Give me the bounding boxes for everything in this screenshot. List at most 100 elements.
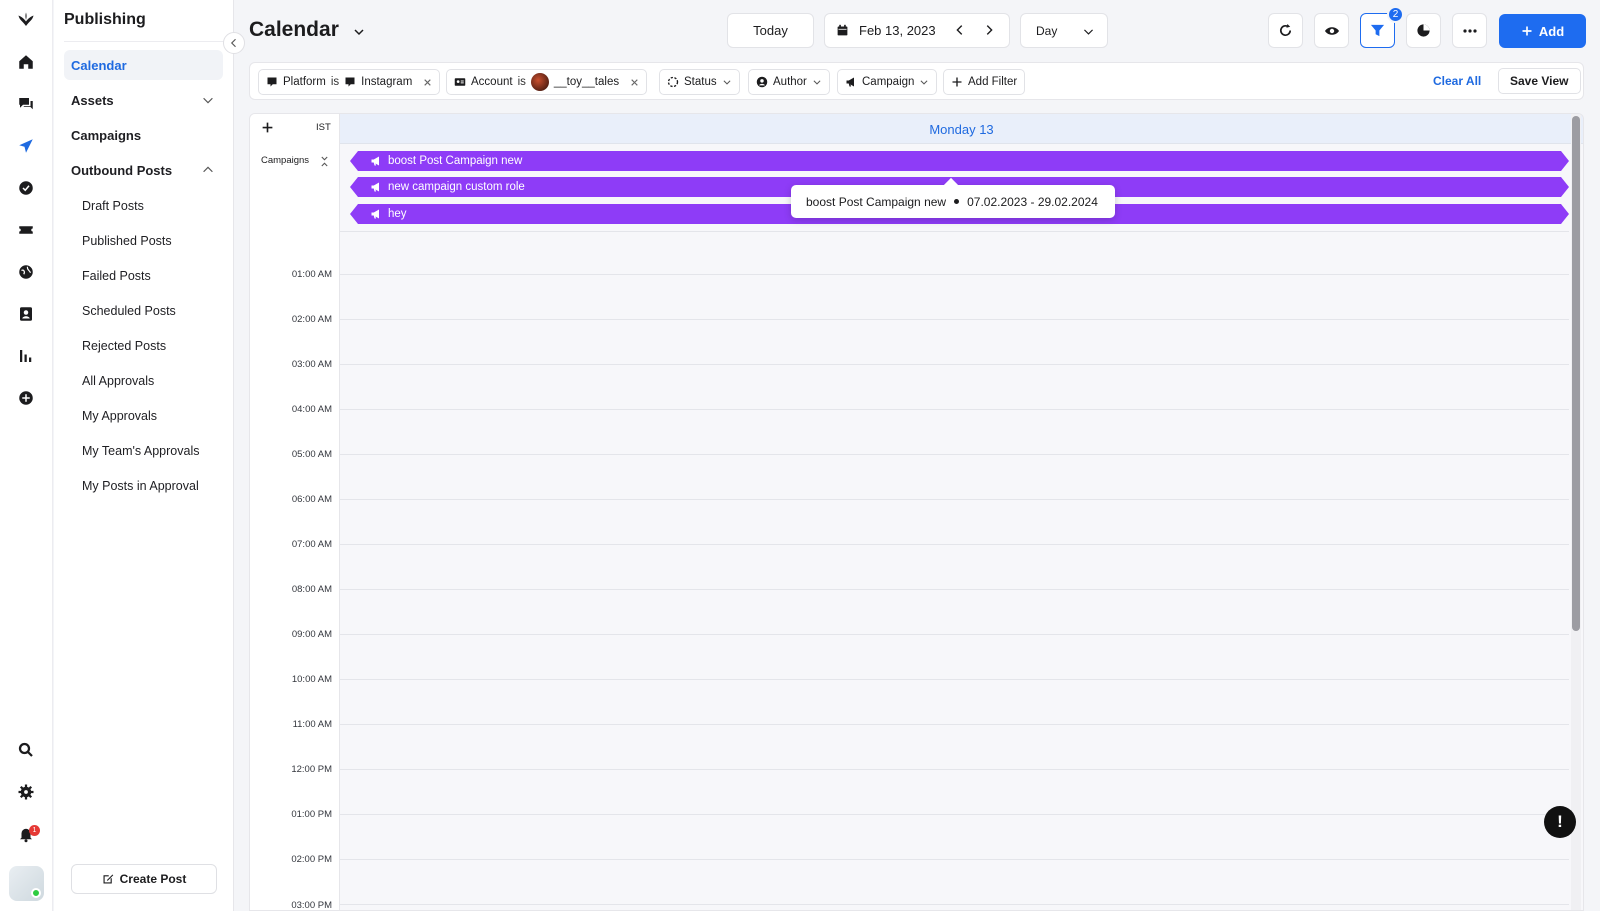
- collapse-expand-icon[interactable]: [320, 156, 329, 167]
- hour-line: [340, 679, 1569, 680]
- sidebar-subitem-rejected-posts[interactable]: Rejected Posts: [82, 339, 166, 353]
- add-filter-button[interactable]: Add Filter: [943, 69, 1026, 95]
- save-view-button[interactable]: Save View: [1498, 68, 1581, 94]
- account-avatar: [530, 73, 549, 91]
- day-header: Monday 13: [340, 114, 1583, 144]
- campaign-bar-label: boost Post Campaign new: [388, 155, 523, 167]
- hour-label: 11:00 AM: [292, 719, 332, 730]
- help-button[interactable]: !: [1544, 806, 1576, 838]
- platform-filter-operator: is: [330, 76, 340, 88]
- chevron-right-icon[interactable]: [982, 23, 996, 37]
- tooltip-date-range: 07.02.2023 - 29.02.2024: [967, 194, 1098, 209]
- campaign-tooltip: boost Post Campaign new 07.02.2023 - 29.…: [791, 185, 1115, 218]
- hour-label: 08:00 AM: [291, 584, 332, 595]
- check-circle-icon[interactable]: [14, 176, 38, 200]
- hour-line: [340, 724, 1569, 725]
- chevron-down-icon[interactable]: [351, 24, 367, 40]
- analytics-button[interactable]: [1406, 13, 1441, 48]
- hour-label: 04:00 AM: [291, 404, 332, 415]
- today-label: Today: [753, 23, 788, 38]
- globe-icon[interactable]: [14, 260, 38, 284]
- sidebar-item-campaigns[interactable]: Campaigns: [64, 120, 223, 150]
- campaign-filter-chip[interactable]: Campaign: [837, 69, 938, 95]
- sidebar-item-assets[interactable]: Assets: [64, 85, 223, 115]
- create-post-button[interactable]: Create Post: [71, 864, 217, 894]
- add-button[interactable]: Add: [1499, 14, 1586, 48]
- home-icon[interactable]: [14, 50, 38, 74]
- send-icon[interactable]: [14, 134, 38, 158]
- plus-circle-icon[interactable]: [14, 386, 38, 410]
- chevron-down-icon: [920, 80, 928, 85]
- chevron-down-icon: [813, 80, 821, 85]
- account-filter-value: __toy__tales: [553, 76, 620, 88]
- clear-all-link[interactable]: Clear All: [1433, 74, 1481, 88]
- megaphone-icon: [370, 208, 382, 220]
- calendar-scrollbar[interactable]: [1571, 114, 1581, 910]
- avatar[interactable]: [9, 866, 44, 901]
- today-button[interactable]: Today: [727, 13, 814, 48]
- sidebar-subitem-scheduled-posts[interactable]: Scheduled Posts: [82, 304, 176, 318]
- sidebar-subitem-published-posts[interactable]: Published Posts: [82, 234, 172, 248]
- hour-label: 02:00 AM: [291, 314, 332, 325]
- app-root: 1 Publishing Calendar Assets Campaigns O…: [0, 0, 1600, 911]
- hour-line: [340, 769, 1569, 770]
- sidebar-subitem-my-posts-in-approval[interactable]: My Posts in Approval: [82, 479, 199, 493]
- author-filter-label: Author: [773, 76, 807, 88]
- scrollbar-thumb[interactable]: [1572, 116, 1580, 631]
- author-filter-chip[interactable]: Author: [748, 69, 830, 95]
- refresh-button[interactable]: [1268, 13, 1303, 48]
- notification-badge: 1: [29, 825, 40, 836]
- account-filter-chip[interactable]: Account is __toy__tales: [446, 69, 648, 95]
- hour-line: [340, 454, 1569, 455]
- icon-rail: 1: [0, 0, 53, 911]
- day-label[interactable]: Monday 13: [340, 122, 1583, 137]
- status-filter-label: Status: [684, 76, 717, 88]
- campaigns-row-label: Campaigns: [261, 155, 310, 166]
- chevron-down-icon: [723, 80, 731, 85]
- contact-book-icon[interactable]: [14, 302, 38, 326]
- instagram-icon: [345, 77, 355, 87]
- platform-filter-chip[interactable]: Platform is Instagram: [258, 69, 441, 95]
- sidebar-subitem-my-approvals[interactable]: My Approvals: [82, 409, 157, 423]
- sidebar-subitem-all-approvals[interactable]: All Approvals: [82, 374, 154, 388]
- collapse-sidebar-button[interactable]: [223, 32, 245, 54]
- campaign-bar[interactable]: boost Post Campaign new: [350, 151, 1569, 171]
- sidebar-item-label: Assets: [71, 92, 114, 108]
- tooltip-separator: [954, 199, 960, 204]
- megaphone-icon: [370, 155, 382, 167]
- sidebar: Publishing Calendar Assets Campaigns Out…: [54, 0, 234, 911]
- sidebar-item-calendar[interactable]: Calendar: [64, 50, 223, 80]
- chat-icon[interactable]: [14, 92, 38, 116]
- logo-icon[interactable]: [14, 8, 38, 32]
- view-select[interactable]: Day: [1020, 13, 1108, 48]
- hour-line: [340, 319, 1569, 320]
- ticket-icon[interactable]: [14, 218, 38, 242]
- bar-chart-icon[interactable]: [14, 344, 38, 368]
- plus-icon[interactable]: [261, 121, 274, 134]
- hour-label: 06:00 AM: [291, 494, 332, 505]
- plus-icon: [952, 77, 962, 87]
- save-view-label: Save View: [1510, 74, 1569, 88]
- sidebar-item-outbound-posts[interactable]: Outbound Posts: [64, 155, 223, 185]
- preview-button[interactable]: [1314, 13, 1349, 48]
- close-icon[interactable]: [630, 78, 639, 87]
- chevron-down-icon: [203, 97, 213, 104]
- sidebar-subitem-my-teams-approvals[interactable]: My Team's Approvals: [82, 444, 199, 458]
- hour-line: [340, 409, 1569, 410]
- hour-line: [340, 274, 1569, 275]
- hour-label: 03:00 PM: [291, 900, 332, 911]
- more-options-button[interactable]: [1452, 13, 1487, 48]
- sidebar-subitem-draft-posts[interactable]: Draft Posts: [82, 199, 144, 213]
- gear-icon[interactable]: [14, 780, 38, 804]
- sidebar-subitem-failed-posts[interactable]: Failed Posts: [82, 269, 151, 283]
- section-title: Publishing: [64, 11, 146, 28]
- status-filter-chip[interactable]: Status: [659, 69, 740, 95]
- add-label: Add: [1538, 23, 1565, 39]
- search-icon[interactable]: [14, 738, 38, 762]
- close-icon[interactable]: [423, 78, 432, 87]
- chevron-left-icon[interactable]: [953, 23, 967, 37]
- platform-filter-label: Platform: [283, 76, 326, 88]
- hour-line: [340, 544, 1569, 545]
- account-filter-operator: is: [517, 76, 526, 88]
- hour-label: 09:00 AM: [291, 629, 332, 640]
